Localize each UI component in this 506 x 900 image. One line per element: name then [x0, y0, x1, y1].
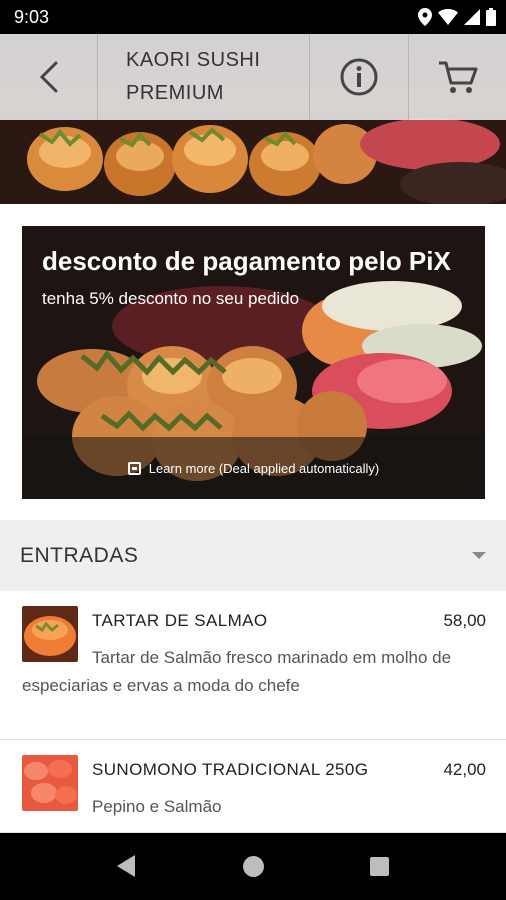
signal-icon — [464, 9, 480, 25]
info-icon — [340, 58, 378, 96]
item-price: 58,00 — [443, 611, 486, 630]
nav-recents-icon[interactable] — [370, 857, 389, 876]
section-title: ENTRADAS — [20, 544, 139, 567]
wifi-icon — [438, 9, 458, 25]
item-price: 42,00 — [443, 760, 486, 779]
promo-learn-more[interactable]: Learn more (Deal applied automatically) — [22, 437, 485, 499]
item-description: Pepino e Salmão — [92, 797, 222, 816]
restaurant-title: KAORI SUSHI PREMIUM — [126, 49, 261, 104]
menu-item[interactable]: SUNOMONO TRADICIONAL 250G 42,00 Pepino e… — [0, 741, 506, 833]
cart-icon — [438, 61, 477, 93]
menu-item[interactable]: TARTAR DE SALMAO 58,00 Tartar de Salmão … — [0, 592, 506, 740]
promo-subtitle: tenha 5% desconto no seu pedido — [42, 289, 300, 308]
nav-back-icon[interactable] — [117, 855, 135, 877]
promo-title: desconto de pagamento pelo PiX — [42, 246, 451, 276]
promo-banner[interactable]: desconto de pagamento pelo PiX tenha 5% … — [22, 226, 485, 499]
chevron-down-icon — [472, 552, 486, 559]
back-button[interactable] — [0, 34, 98, 120]
nav-home-icon[interactable] — [243, 856, 264, 877]
deal-icon — [127, 461, 141, 475]
status-bar: 9:03 — [0, 0, 506, 34]
cart-button[interactable] — [409, 34, 506, 120]
item-description: Tartar de Salmão fresco marinado em molh… — [22, 648, 452, 695]
hero-food-image — [0, 114, 506, 204]
item-name: SUNOMONO TRADICIONAL 250G — [92, 760, 369, 779]
hero-banner: KAORI SUSHI PREMIUM — [0, 34, 506, 204]
system-nav-bar — [0, 833, 506, 900]
status-icons — [418, 8, 496, 26]
info-button[interactable] — [310, 34, 409, 120]
section-header-entradas[interactable]: ENTRADAS — [0, 520, 506, 591]
item-name: TARTAR DE SALMAO — [92, 611, 268, 630]
battery-icon — [486, 8, 496, 26]
back-arrow-icon — [39, 61, 57, 93]
status-time: 9:03 — [14, 7, 50, 27]
app-header: KAORI SUSHI PREMIUM — [0, 34, 506, 120]
promo-footer-text: Learn more (Deal applied automatically) — [148, 460, 380, 476]
location-icon — [418, 8, 432, 26]
header-title-cell: KAORI SUSHI PREMIUM — [98, 34, 310, 120]
